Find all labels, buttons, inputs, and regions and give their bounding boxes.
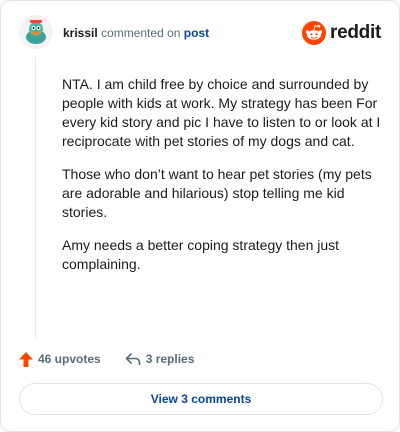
upvote-arrow-icon (19, 351, 33, 367)
thread-line (35, 57, 36, 339)
replies-button[interactable]: 3 replies (125, 352, 195, 366)
reply-count: 3 replies (145, 352, 195, 366)
comment-paragraph: Amy needs a better coping strategy then … (62, 237, 340, 272)
comment-paragraph: Those who don’t want to hear pet stories… (62, 166, 372, 220)
comment-meta: krissil commented on post (63, 25, 209, 41)
reddit-snoo-icon (302, 21, 327, 45)
comment-card: krissil commented on post reddit NTA. I … (0, 0, 400, 432)
user-avatar[interactable] (19, 15, 53, 49)
upvote-count: 46 upvotes (38, 352, 101, 366)
post-link[interactable]: post (184, 26, 209, 40)
comment-paragraph: NTA. I am child free by choice and surro… (62, 76, 381, 149)
action-text: commented on (101, 26, 181, 40)
reply-arrow-icon (125, 353, 141, 366)
username-link[interactable]: krissil (63, 26, 98, 40)
avatar-image (19, 15, 53, 49)
upvote-button[interactable]: 46 upvotes (19, 351, 101, 367)
comment-actions: 46 upvotes 3 replies (19, 349, 218, 369)
reddit-logo[interactable]: reddit (302, 19, 381, 47)
comment-header: krissil commented on post reddit (19, 15, 381, 51)
reddit-wordmark: reddit (330, 22, 381, 43)
view-comments-button[interactable]: View 3 comments (19, 383, 383, 415)
comment-body: NTA. I am child free by choice and surro… (62, 75, 382, 288)
